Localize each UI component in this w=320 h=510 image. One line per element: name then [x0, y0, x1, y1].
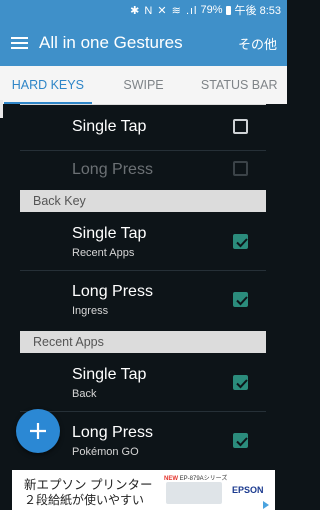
battery-level: 79%: [200, 4, 223, 16]
row-title: Long Press: [72, 161, 153, 178]
checkbox[interactable]: [233, 433, 248, 448]
tab-hard-keys[interactable]: HARD KEYS: [0, 66, 96, 104]
row-subtitle: Recent Apps: [72, 247, 135, 259]
checkbox[interactable]: [233, 234, 248, 249]
plus-icon: [30, 423, 46, 439]
row-subtitle: Pokémon GO: [72, 446, 139, 458]
row-subtitle: Ingress: [72, 305, 109, 317]
ad-brand-logo: EPSON: [232, 485, 264, 495]
ad-model: NEW EP-879Aシリーズ: [164, 476, 228, 482]
tab-bar: HARD KEYS SWIPE STATUS BAR: [0, 66, 287, 104]
list-item[interactable]: Long Press Ingress: [20, 272, 266, 324]
status-icons: ✱ N ✕ ≋ .ıl: [130, 4, 198, 17]
list-item[interactable]: Single Tap Back: [20, 355, 266, 407]
overflow-menu-button[interactable]: その他: [238, 34, 277, 53]
ad-subline: ２段給紙が使いやすい: [24, 493, 145, 507]
clock: 午後 8:53: [234, 5, 281, 17]
list-item[interactable]: Single Tap: [20, 108, 266, 150]
list-item[interactable]: Single Tap Recent Apps: [20, 214, 266, 266]
section-header-back-key: Back Key: [20, 190, 266, 212]
row-title: Single Tap: [72, 225, 147, 242]
app-bar: All in one Gestures その他: [0, 20, 287, 66]
row-title: Long Press: [72, 424, 153, 441]
menu-icon[interactable]: [11, 37, 28, 49]
tab-swipe[interactable]: SWIPE: [96, 66, 192, 104]
status-bar: ✱ N ✕ ≋ .ıl 79% 午後 8:53: [0, 0, 287, 20]
edge-handle[interactable]: [0, 100, 3, 118]
row-title: Long Press: [72, 283, 153, 300]
checkbox[interactable]: [233, 119, 248, 134]
printer-image: [166, 482, 222, 504]
battery-icon: [225, 5, 231, 15]
checkbox[interactable]: [233, 375, 248, 390]
app-title: All in one Gestures: [39, 33, 183, 52]
ad-banner[interactable]: 新エプソン プリンター ２段給紙が使いやすい NEW EP-879Aシリーズ E…: [12, 470, 275, 510]
list-item: Long Press: [20, 151, 266, 191]
add-button[interactable]: [16, 409, 60, 453]
ad-choices-icon[interactable]: [262, 501, 269, 509]
section-header-partial: [20, 104, 266, 105]
row-subtitle: Back: [72, 388, 97, 400]
row-title: Single Tap: [72, 366, 147, 383]
divider: [20, 270, 266, 271]
checkbox[interactable]: [233, 292, 248, 307]
checkbox: [233, 161, 248, 176]
divider: [20, 411, 266, 412]
section-header-recent-apps: Recent Apps: [20, 331, 266, 353]
row-title: Single Tap: [72, 118, 147, 135]
tab-status-bar[interactable]: STATUS BAR: [191, 66, 287, 104]
